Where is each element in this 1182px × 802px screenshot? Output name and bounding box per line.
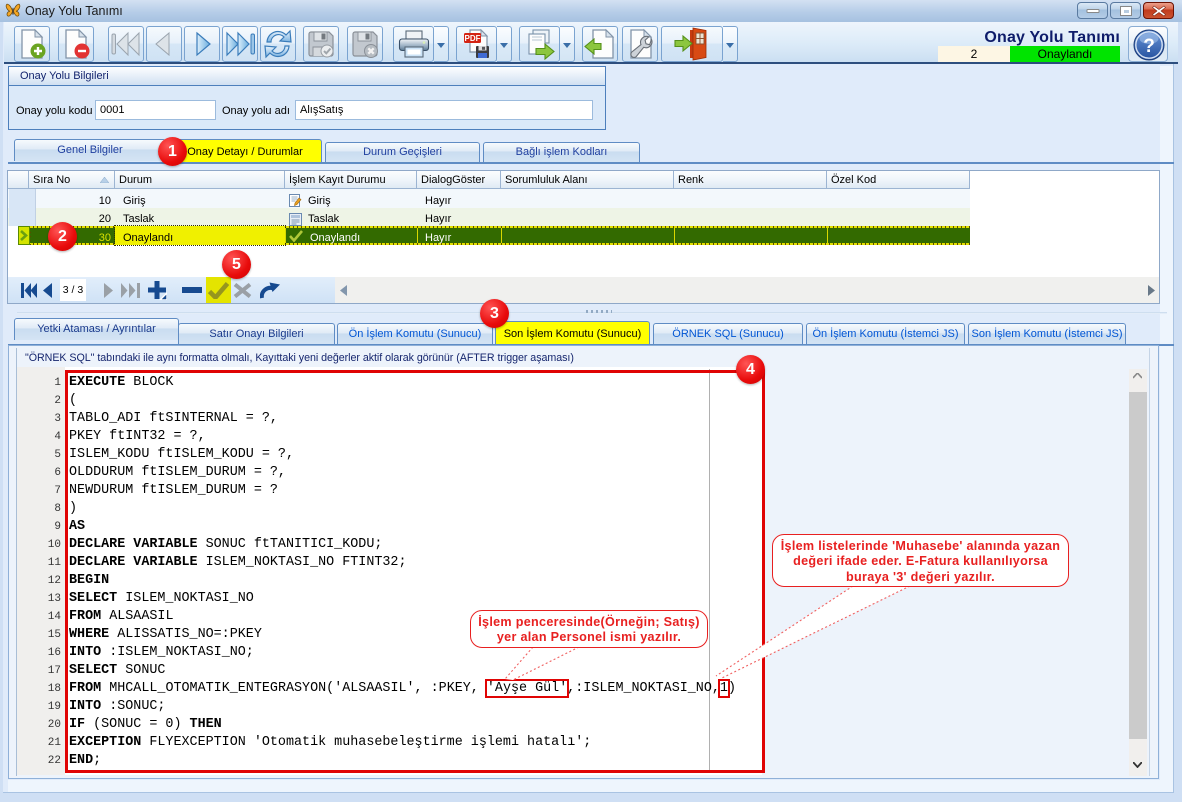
svg-text:?: ?	[1143, 36, 1155, 57]
svg-text:PDF: PDF	[464, 34, 480, 43]
